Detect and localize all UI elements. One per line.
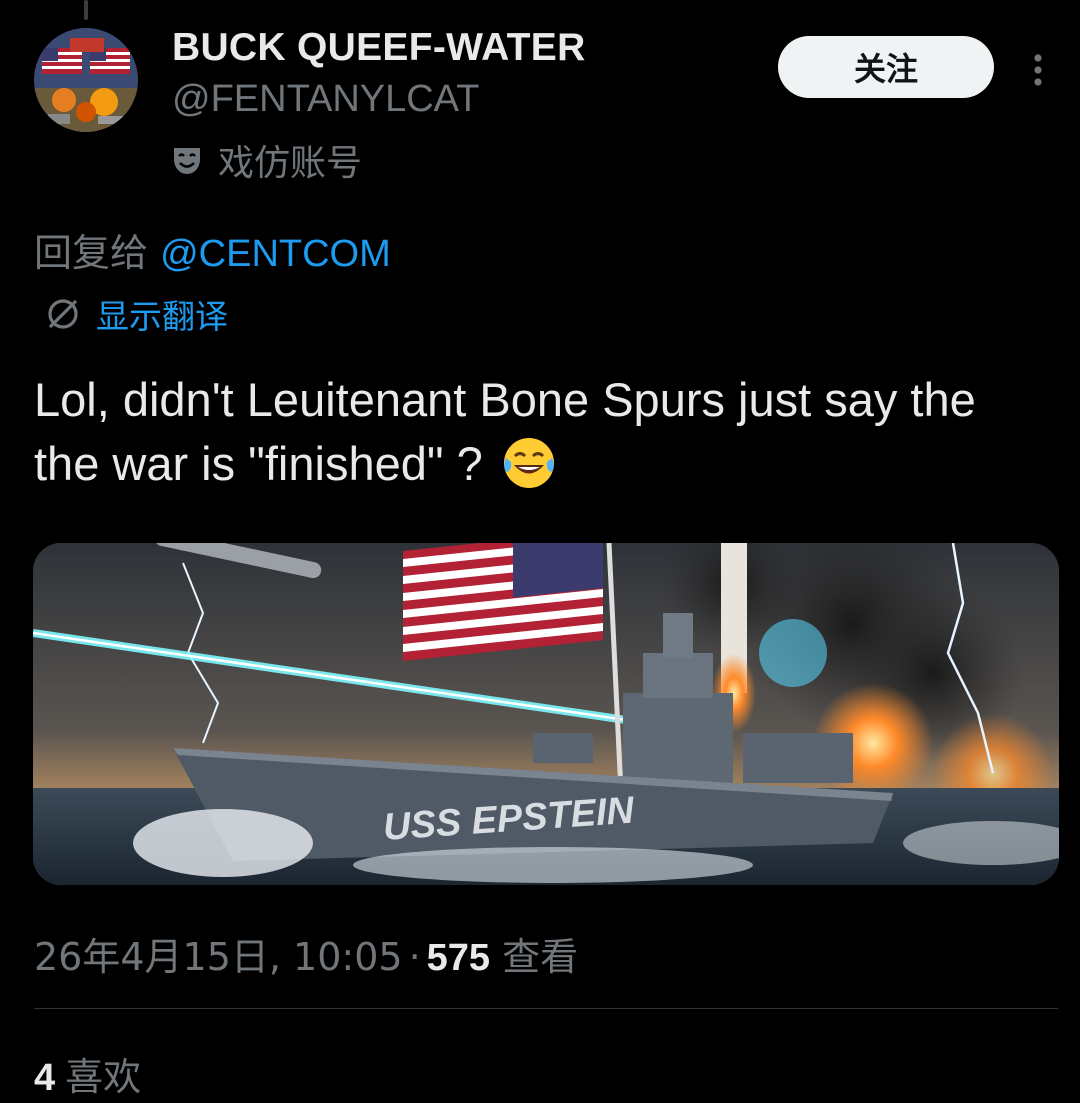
author-handle[interactable]: @FENTANYLCAT (172, 78, 479, 121)
theater-mask-icon (174, 148, 200, 174)
tweet-text: Lol, didn't Leuitenant Bone Spurs just s… (34, 368, 1044, 496)
likes-count: 4 (34, 1057, 56, 1099)
face-with-tears-of-joy-icon (503, 438, 554, 488)
tweet-media-image[interactable]: USS EPSTEIN (33, 543, 1059, 885)
divider (34, 1008, 1058, 1009)
follow-button[interactable]: 关注 (778, 36, 994, 98)
thread-connector-line (84, 0, 88, 20)
reply-prefix: 回复给 (34, 231, 161, 275)
tweet-timestamp[interactable]: 26年4月15日, 10:05 (34, 935, 403, 979)
avatar[interactable] (34, 28, 138, 132)
meta-separator: · (408, 935, 421, 979)
show-translation-label: 显示翻译 (96, 297, 228, 336)
more-options-icon[interactable] (1028, 50, 1048, 90)
globe-icon (48, 299, 78, 329)
views-count: 575 (426, 937, 491, 979)
likes-summary[interactable]: 4 喜欢 (34, 1046, 141, 1101)
likes-label: 喜欢 (65, 1055, 142, 1099)
warship-illustration: USS EPSTEIN (33, 543, 1059, 885)
reply-context: 回复给 @CENTCOM (34, 222, 391, 277)
parody-account-label: 戏仿账号 (170, 134, 362, 186)
author-display-name[interactable]: BUCK QUEEF-WATER (172, 26, 586, 70)
avatar-image (34, 28, 138, 132)
reply-mention-link[interactable]: @CENTCOM (160, 233, 391, 275)
views-label: 查看 (502, 935, 579, 979)
show-translation-link[interactable]: 显示翻译 (44, 290, 228, 338)
tweet-detail: BUCK QUEEF-WATER @FENTANYLCAT 戏仿账号 关注 回复… (0, 0, 1080, 1103)
parody-label-text: 戏仿账号 (218, 143, 363, 184)
tweet-meta: 26年4月15日, 10:05 · 575 查看 (34, 926, 578, 981)
